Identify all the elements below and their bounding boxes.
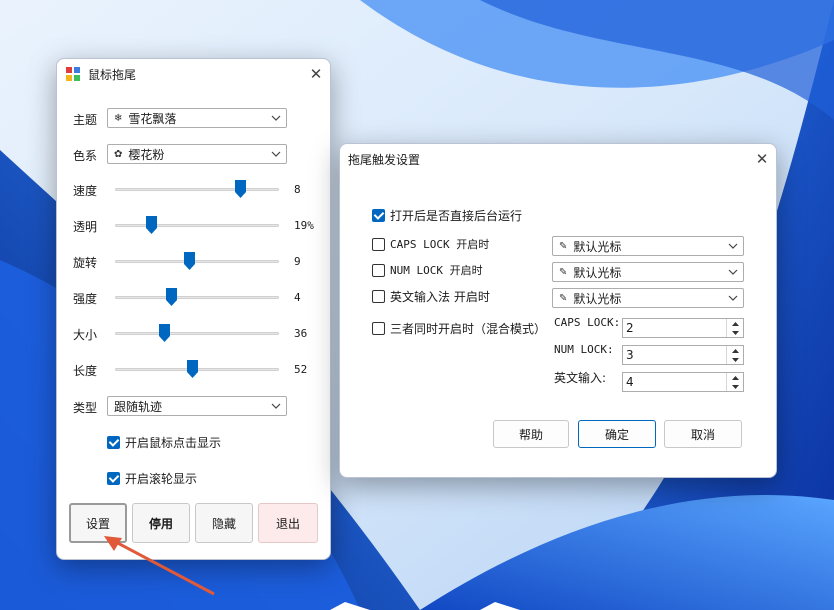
mixed-num-spinner[interactable]: 3 bbox=[622, 345, 744, 365]
num-lock-checkbox[interactable]: NUM LOCK 开启时 bbox=[372, 262, 483, 278]
pencil-icon: ✎ bbox=[559, 266, 568, 278]
run-background-checkbox[interactable]: 打开后是否直接后台运行 bbox=[372, 207, 522, 224]
close-icon: ✕ bbox=[755, 150, 769, 168]
spinner-down-button[interactable] bbox=[727, 328, 743, 337]
chevron-down-icon bbox=[728, 269, 738, 275]
checkbox-checked-icon bbox=[372, 209, 385, 222]
spinner-arrows bbox=[726, 346, 743, 364]
dialog-title: 拖尾触发设置 bbox=[348, 152, 421, 167]
help-button[interactable]: 帮助 bbox=[493, 420, 569, 448]
trigger-settings-dialog: 拖尾触发设置 ✕ 打开后是否直接后台运行 CAPS LOCK 开启时 ✎ 默认光… bbox=[339, 143, 777, 478]
triangle-up-icon bbox=[731, 375, 739, 380]
help-button-label: 帮助 bbox=[518, 427, 543, 442]
mixed-caps-label: CAPS LOCK: bbox=[554, 316, 621, 329]
spinner-up-button[interactable] bbox=[727, 373, 743, 382]
run-background-label: 打开后是否直接后台运行 bbox=[390, 209, 523, 223]
pencil-icon: ✎ bbox=[559, 292, 568, 304]
ime-cursor-value: 默认光标 bbox=[573, 291, 622, 306]
ime-cursor-dropdown[interactable]: ✎ 默认光标 bbox=[552, 288, 744, 308]
triangle-down-icon bbox=[731, 330, 739, 335]
checkbox-unchecked-icon bbox=[372, 263, 385, 277]
triangle-up-icon bbox=[731, 348, 739, 353]
mixed-caps-value: 2 bbox=[626, 321, 634, 335]
mixed-ime-value: 4 bbox=[626, 375, 634, 389]
mixed-ime-label: 英文输入: bbox=[554, 371, 607, 385]
dialog-close-button[interactable]: ✕ bbox=[744, 144, 776, 174]
num-lock-cursor-value: 默认光标 bbox=[573, 265, 622, 280]
mixed-num-value: 3 bbox=[626, 348, 634, 362]
caps-lock-label: CAPS LOCK 开启时 bbox=[390, 238, 490, 251]
num-lock-cursor-dropdown[interactable]: ✎ 默认光标 bbox=[552, 262, 744, 282]
dialog-titlebar: 拖尾触发设置 ✕ bbox=[340, 144, 776, 174]
checkbox-unchecked-icon bbox=[372, 290, 385, 303]
spinner-up-button[interactable] bbox=[727, 319, 743, 328]
ime-label: 英文输入法 开启时 bbox=[390, 290, 490, 304]
ime-checkbox[interactable]: 英文输入法 开启时 bbox=[372, 288, 490, 305]
ok-button[interactable]: 确定 bbox=[578, 420, 656, 448]
spinner-arrows bbox=[726, 319, 743, 337]
spinner-up-button[interactable] bbox=[727, 346, 743, 355]
caps-lock-checkbox[interactable]: CAPS LOCK 开启时 bbox=[372, 236, 489, 252]
caps-lock-cursor-value: 默认光标 bbox=[573, 239, 622, 254]
mixed-num-label: NUM LOCK: bbox=[554, 343, 614, 356]
spinner-down-button[interactable] bbox=[727, 355, 743, 364]
checkbox-unchecked-icon bbox=[372, 237, 385, 251]
triangle-up-icon bbox=[731, 321, 739, 326]
mixed-caps-spinner[interactable]: 2 bbox=[622, 318, 744, 338]
chevron-down-icon bbox=[728, 243, 738, 249]
mixed-mode-label: 三者同时开启时（混合模式） bbox=[390, 322, 547, 336]
triangle-down-icon bbox=[731, 384, 739, 389]
num-lock-label: NUM LOCK 开启时 bbox=[390, 264, 483, 277]
spinner-arrows bbox=[726, 373, 743, 391]
mixed-mode-checkbox[interactable]: 三者同时开启时（混合模式） bbox=[372, 320, 546, 337]
caps-lock-cursor-dropdown[interactable]: ✎ 默认光标 bbox=[552, 236, 744, 256]
mixed-ime-spinner[interactable]: 4 bbox=[622, 372, 744, 392]
cancel-button[interactable]: 取消 bbox=[664, 420, 742, 448]
ok-button-label: 确定 bbox=[604, 427, 629, 442]
checkbox-unchecked-icon bbox=[372, 322, 385, 335]
cancel-button-label: 取消 bbox=[690, 427, 715, 442]
spinner-down-button[interactable] bbox=[727, 382, 743, 391]
pencil-icon: ✎ bbox=[559, 240, 568, 252]
chevron-down-icon bbox=[728, 295, 738, 301]
triangle-down-icon bbox=[731, 357, 739, 362]
